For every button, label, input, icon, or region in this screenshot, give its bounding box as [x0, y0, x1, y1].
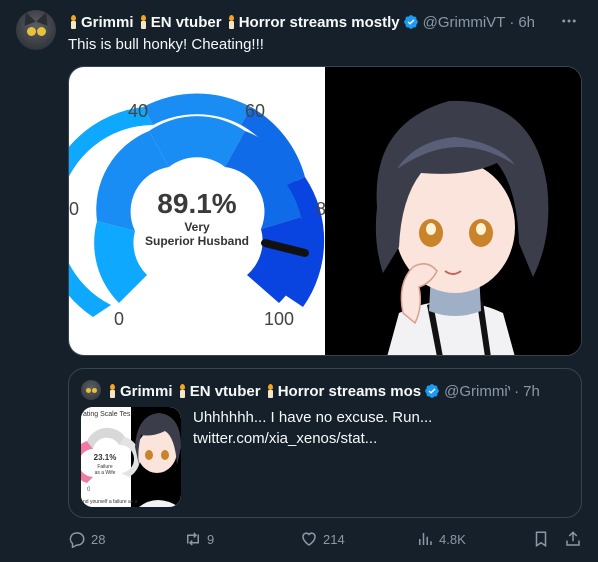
- candle-icon: [138, 14, 148, 29]
- thumb-footer: nd yourself a failure as a: [83, 499, 138, 505]
- gauge-tick-40: 40: [128, 101, 148, 121]
- author-handle[interactable]: @GrimmiVT: [423, 14, 506, 31]
- verified-badge-icon: [403, 15, 418, 29]
- thumb-percent: 23.1%: [94, 453, 117, 462]
- gauge-caption-1: Very: [184, 220, 210, 234]
- bookmark-button[interactable]: [532, 530, 555, 548]
- like-button[interactable]: 214: [300, 530, 345, 548]
- heart-icon: [302, 532, 316, 546]
- share-icon: [566, 531, 580, 546]
- quoted-tweet-text: Uhhhhhh... I have no excuse. Run... twit…: [193, 407, 573, 449]
- gauge-caption-2: Superior Husband: [145, 234, 249, 248]
- gauge-chart: 89.1% Very Superior Husband 40 60 0 100 …: [69, 93, 326, 329]
- candle-icon: [265, 383, 275, 398]
- candle-icon: [68, 14, 78, 29]
- author-avatar[interactable]: [16, 10, 56, 50]
- quoted-media-thumbnail: ating Scale Tes 23.1% Failure as a Wife …: [81, 407, 181, 507]
- quoted-tweet-header: Grimmi EN vtuber Horror streams mos @Gri…: [107, 381, 573, 401]
- quoted-author-avatar: [81, 380, 101, 400]
- action-bar: 28 9 214 4.8K: [68, 528, 586, 554]
- anime-character-thinking-icon: [327, 67, 581, 355]
- thumb-caption-2: as a Wife: [95, 470, 116, 476]
- cat-eye-icon: [92, 388, 97, 393]
- candle-icon: [177, 383, 187, 398]
- tweet-text: This is bull honky! Cheating!!!: [68, 36, 264, 53]
- quoted-thumbnail-art: ating Scale Tes 23.1% Failure as a Wife …: [81, 407, 181, 507]
- reply-button[interactable]: 28: [68, 530, 105, 548]
- gauge-tick-0: 0: [114, 309, 124, 329]
- like-count: 214: [323, 531, 345, 547]
- anime-art-image[interactable]: [327, 67, 581, 355]
- tweet-time[interactable]: 6h: [518, 14, 535, 31]
- gauge-percent: 89.1%: [157, 188, 236, 219]
- cat-eye-icon: [27, 27, 36, 36]
- quoted-link[interactable]: twitter.com/xia_xenos/stat...: [193, 428, 573, 449]
- separator-dot: ·: [514, 382, 520, 400]
- gauge-tick-60: 60: [245, 101, 265, 121]
- quoted-author-handle: @GrimmiV: [444, 382, 510, 400]
- gauge-edge-right: 8: [316, 199, 325, 219]
- candle-icon: [107, 383, 117, 398]
- separator-dot: ·: [509, 13, 515, 31]
- reply-count: 28: [91, 531, 106, 547]
- thumb-header: ating Scale Tes: [83, 411, 131, 418]
- cat-eye-icon: [86, 388, 91, 393]
- tweet[interactable]: Grimmi EN vtuber Horror streams mostly @…: [0, 0, 598, 562]
- reply-icon: [69, 532, 85, 548]
- tweet-media[interactable]: 89.1% Very Superior Husband 40 60 0 100 …: [68, 66, 582, 356]
- retweet-count: 9: [207, 531, 215, 547]
- more-options-icon[interactable]: [560, 12, 578, 30]
- author-name[interactable]: Grimmi EN vtuber Horror streams mostly: [68, 14, 400, 31]
- gauge-edge-left: 0: [69, 199, 79, 219]
- retweet-icon: [187, 532, 199, 546]
- candle-icon: [226, 14, 236, 29]
- bookmark-icon: [535, 531, 547, 548]
- view-count: 4.8K: [439, 531, 466, 547]
- quoted-author-name: Grimmi EN vtuber Horror streams mos: [107, 383, 421, 400]
- tweet-header: Grimmi EN vtuber Horror streams mostly @…: [68, 12, 588, 32]
- gauge-tick-100: 100: [264, 309, 294, 329]
- cat-ear-icon: [20, 10, 36, 26]
- quoted-tweet[interactable]: Grimmi EN vtuber Horror streams mos @Gri…: [68, 368, 582, 518]
- cat-eye-icon: [37, 27, 46, 36]
- share-button[interactable]: [564, 530, 587, 548]
- gauge-image[interactable]: 89.1% Very Superior Husband 40 60 0 100 …: [69, 67, 326, 355]
- views-button[interactable]: 4.8K: [416, 530, 466, 548]
- cat-ear-icon: [36, 10, 52, 26]
- retweet-button[interactable]: 9: [184, 530, 214, 548]
- quoted-text-line: Uhhhhhh... I have no excuse. Run...: [193, 409, 433, 426]
- verified-badge-icon: [425, 384, 439, 398]
- views-chart-icon: [419, 533, 432, 545]
- quoted-tweet-time: 7h: [523, 382, 540, 400]
